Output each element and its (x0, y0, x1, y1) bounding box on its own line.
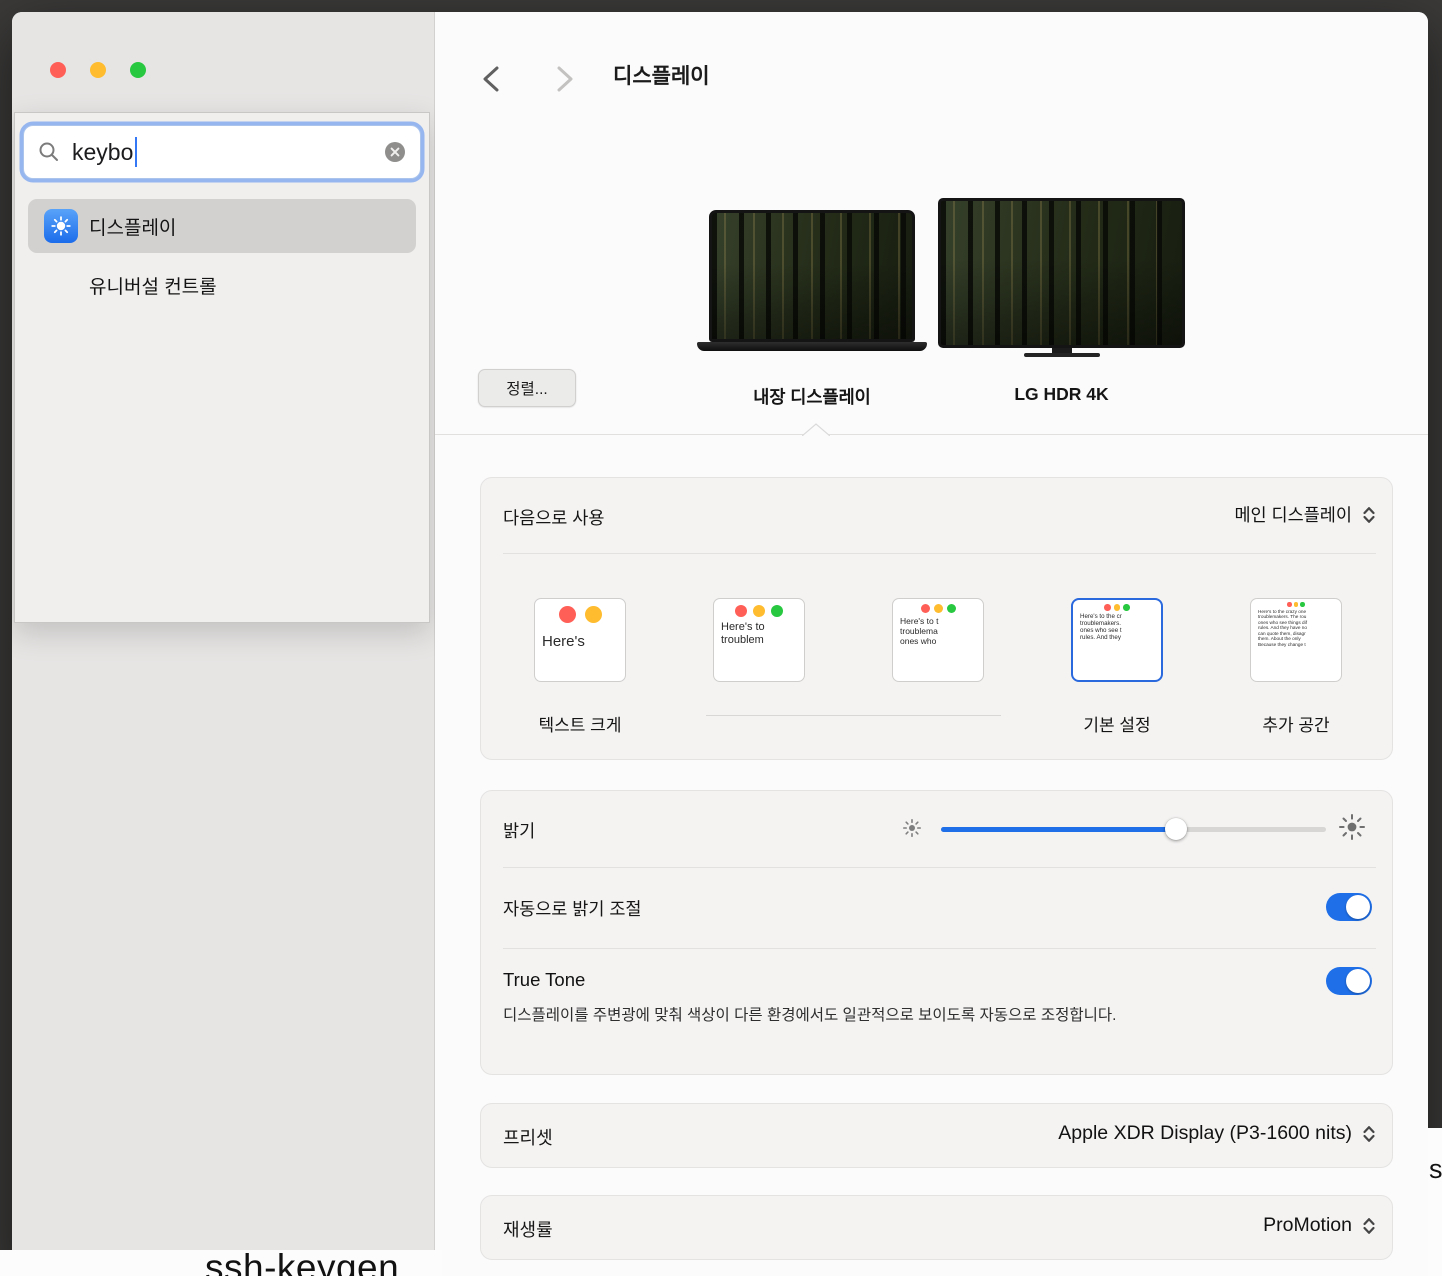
search-icon (38, 141, 60, 163)
clear-icon (384, 141, 406, 163)
scaling-option-3: Here's to the crtroublemakers.ones who s… (1062, 598, 1172, 736)
brightness-slider-track[interactable] (941, 827, 1326, 832)
builtin-display-thumbnail[interactable] (709, 210, 915, 351)
chevron-left-icon (479, 64, 505, 94)
scaling-option-2: Here's to ttroublemaones who (883, 598, 993, 687)
brightness-slider-fill (941, 827, 1176, 832)
zoom-button[interactable] (130, 62, 146, 78)
preset-popup[interactable]: Apple XDR Display (P3-1600 nits) (1058, 1122, 1376, 1145)
refresh-rate-card: 재생률 ProMotion (480, 1195, 1393, 1260)
scaling-option-1: Here's totroublem (704, 598, 814, 687)
builtin-display-name: 내장 디스플레이 (709, 384, 915, 409)
builtin-display-wallpaper (709, 210, 915, 342)
brightness-max-icon (1339, 814, 1365, 845)
search-query-text: keybo (72, 139, 133, 166)
search-result-label: 디스플레이 (89, 213, 176, 240)
true-tone-label: True Tone (503, 969, 585, 991)
preview-text: Here's to the crtroublemakers.ones who s… (1073, 613, 1161, 642)
preset-card: 프리셋 Apple XDR Display (P3-1600 nits) (480, 1103, 1393, 1168)
scaling-thumbnail-selected[interactable]: Here's to the crtroublemakers.ones who s… (1071, 598, 1163, 682)
toggle-knob (1346, 895, 1370, 919)
search-result-1[interactable]: 유니버설 컨트롤 (28, 263, 416, 307)
selected-display-caret (802, 423, 830, 441)
refresh-rate-popup[interactable]: ProMotion (1263, 1214, 1376, 1237)
brightness-card: 밝기 (480, 790, 1393, 1075)
preview-text: Here's (535, 633, 625, 651)
chevron-right-icon (551, 64, 577, 94)
close-button[interactable] (50, 62, 66, 78)
preview-text: Here's totroublem (714, 621, 804, 647)
refresh-rate-label: 재생률 (503, 1216, 553, 1242)
search-input[interactable]: keybo (23, 125, 421, 179)
display-brightness-icon (44, 209, 78, 243)
use-as-label: 다음으로 사용 (503, 505, 604, 530)
section-divider (435, 434, 1428, 435)
display-settings-card: 다음으로 사용 메인 디스플레이 Here's 텍스트 크게 Here's totr… (480, 477, 1393, 760)
text-cursor (135, 137, 137, 167)
mini-traffic-lights (893, 604, 983, 613)
use-as-popup[interactable]: 메인 디스플레이 (1234, 502, 1376, 527)
toggle-knob (1346, 969, 1370, 993)
popup-chevrons-icon (1362, 1124, 1376, 1144)
mini-traffic-lights (714, 605, 804, 617)
scaling-option-label: 추가 공간 (1241, 711, 1351, 736)
brightness-label: 밝기 (503, 818, 535, 843)
system-settings-window: keybo 디스플레이유니버설 컨트롤 (12, 12, 1428, 1276)
popup-chevrons-icon (1362, 505, 1376, 525)
refresh-rate-value: ProMotion (1263, 1214, 1352, 1237)
scaling-option-4: Here's to the crazy onetroublemakers. Th… (1241, 598, 1351, 736)
brightness-slider-thumb[interactable] (1165, 818, 1187, 840)
external-display-thumbnail[interactable] (938, 198, 1185, 357)
auto-brightness-toggle[interactable] (1326, 893, 1372, 921)
row-divider (503, 948, 1376, 949)
clear-search-button[interactable] (384, 141, 406, 163)
scaling-thumbnail[interactable]: Here's totroublem (713, 598, 805, 682)
mini-traffic-lights (1251, 602, 1341, 607)
arrange-button[interactable]: 정렬... (478, 369, 576, 407)
laptop-base (697, 342, 927, 351)
row-divider (503, 867, 1376, 868)
search-result-label: 유니버설 컨트롤 (89, 272, 217, 299)
preset-value: Apple XDR Display (P3-1600 nits) (1058, 1122, 1352, 1145)
search-result-0[interactable]: 디스플레이 (28, 199, 416, 253)
search-results-list: 디스플레이유니버설 컨트롤 (15, 199, 429, 307)
preview-text: Here's to the crazy onetroublemakers. Th… (1251, 609, 1341, 648)
scaling-thumbnail[interactable]: Here's (534, 598, 626, 682)
forward-button[interactable] (551, 64, 577, 99)
true-tone-description: 디스플레이를 주변광에 맞춰 색상이 다른 환경에서도 일관적으로 보이도록 자… (503, 1001, 1243, 1030)
popup-chevrons-icon (1362, 1216, 1376, 1236)
external-display-wallpaper (938, 198, 1185, 348)
background-right-text: s (1429, 1154, 1442, 1185)
page-title: 디스플레이 (613, 60, 710, 90)
mini-traffic-lights (535, 606, 625, 623)
minimize-button[interactable] (90, 62, 106, 78)
background-window-strip: ssh-keygen (0, 1250, 442, 1276)
scaling-tick-line (706, 715, 1001, 716)
preview-text: Here's to ttroublemaones who (893, 616, 983, 646)
brightness-min-icon (903, 819, 921, 842)
back-button[interactable] (479, 64, 505, 99)
auto-brightness-label: 자동으로 밝기 조절 (503, 896, 642, 921)
external-display-name: LG HDR 4K (938, 384, 1185, 405)
preset-label: 프리셋 (503, 1124, 553, 1150)
scaling-thumbnail[interactable]: Here's to the crazy onetroublemakers. Th… (1250, 598, 1342, 682)
scaling-option-label: 텍스트 크게 (525, 711, 635, 736)
scaling-thumbnail[interactable]: Here's to ttroublemaones who (892, 598, 984, 682)
search-results-panel: keybo 디스플레이유니버설 컨트롤 (14, 112, 430, 623)
scaling-option-0: Here's 텍스트 크게 (525, 598, 635, 736)
mini-traffic-lights (1073, 604, 1161, 611)
true-tone-toggle[interactable] (1326, 967, 1372, 995)
background-right-strip: s (1428, 1128, 1442, 1276)
use-as-value: 메인 디스플레이 (1234, 502, 1352, 527)
scaling-option-label: 기본 설정 (1062, 711, 1172, 736)
window-controls (50, 62, 146, 78)
main-pane: 디스플레이 내장 디스플레이 LG HDR 4K 정렬... 다음으로 사용 메… (435, 12, 1428, 1276)
row-divider (503, 553, 1376, 554)
monitor-foot (1024, 353, 1100, 357)
background-terminal-text: ssh-keygen (205, 1250, 399, 1276)
sidebar: keybo 디스플레이유니버설 컨트롤 (12, 12, 435, 1276)
